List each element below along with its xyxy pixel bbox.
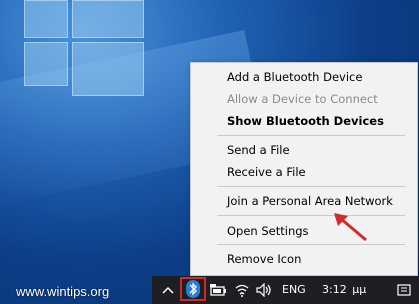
clock-time[interactable]: 3:12 μμ	[322, 283, 366, 296]
windows-logo-pane	[24, 0, 68, 38]
menu-item-send-file[interactable]: Send a File	[227, 143, 290, 157]
wifi-icon[interactable]	[234, 283, 250, 297]
windows-logo-pane	[72, 42, 144, 96]
notification-icon[interactable]	[397, 283, 411, 297]
bluetooth-context-menu: Add a Bluetooth Device Allow a Device to…	[190, 62, 418, 276]
menu-separator	[217, 215, 405, 216]
watermark-text: www.wintips.org	[16, 284, 110, 299]
chevron-up-icon[interactable]	[162, 285, 174, 295]
volume-icon[interactable]	[256, 283, 272, 297]
windows-logo-pane	[72, 0, 144, 38]
menu-item-show-bluetooth-devices[interactable]: Show Bluetooth Devices	[227, 114, 384, 128]
clock-time-suffix: μμ	[352, 283, 367, 296]
menu-item-add-bluetooth-device[interactable]: Add a Bluetooth Device	[227, 70, 362, 84]
battery-icon[interactable]	[210, 284, 228, 297]
language-indicator[interactable]: ENG	[282, 283, 306, 296]
menu-separator	[217, 186, 405, 187]
menu-item-join-personal-area-network[interactable]: Join a Personal Area Network	[227, 194, 393, 208]
menu-item-remove-icon[interactable]: Remove Icon	[227, 252, 301, 266]
menu-item-allow-device-to-connect: Allow a Device to Connect	[227, 92, 378, 106]
menu-item-open-settings[interactable]: Open Settings	[227, 224, 309, 238]
red-arrow-annotation	[334, 213, 367, 242]
clock-time-value: 3:12	[322, 283, 347, 296]
bluetooth-highlight-box	[180, 277, 206, 301]
menu-separator	[217, 244, 405, 245]
windows-logo-pane	[24, 42, 68, 86]
menu-separator	[217, 135, 405, 136]
menu-item-receive-file[interactable]: Receive a File	[227, 165, 306, 179]
